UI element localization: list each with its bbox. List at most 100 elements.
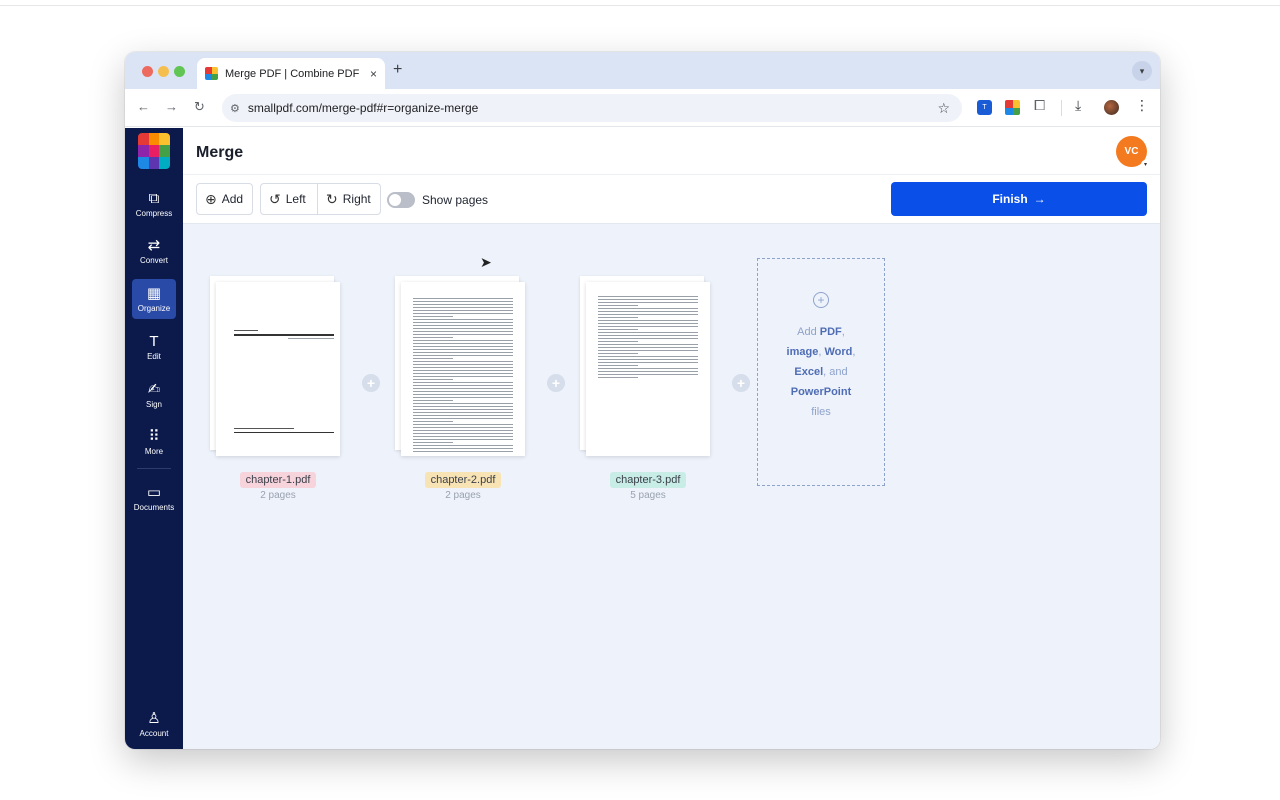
file-name: chapter-2.pdf <box>424 472 502 488</box>
thumbnail-text-line <box>413 421 453 422</box>
thumbnail-text-line <box>598 362 698 363</box>
insert-between-plus-icon[interactable]: + <box>362 374 380 392</box>
sidebar-item-sign[interactable]: ✍ Sign <box>132 375 176 415</box>
url-text[interactable]: smallpdf.com/merge-pdf#r=organize-merge <box>248 101 478 115</box>
thumbnail-text-line <box>413 391 513 392</box>
thumbnail-text-line <box>598 326 698 327</box>
finish-button-label: Finish <box>992 192 1028 206</box>
thumbnail-text-line <box>413 403 513 404</box>
bookmark-star-icon[interactable]: ☆ <box>937 100 950 117</box>
thumbnail-text-line <box>598 302 698 303</box>
thumbnail-text-line <box>598 320 698 321</box>
thumbnail-text-line <box>598 347 698 348</box>
avatar-caret-icon[interactable]: ▾ <box>1141 160 1150 169</box>
sidebar-item-compress[interactable]: ⧉ Compress <box>132 184 176 224</box>
browser-window: Merge PDF | Combine PDF Fi × + ▾ ← → ↻ ⚙… <box>125 52 1160 749</box>
show-pages-toggle[interactable] <box>387 192 415 208</box>
thumbnail-text-line <box>598 317 638 318</box>
add-file-button[interactable]: ⊕ Add <box>196 183 253 215</box>
thumbnail-text-line <box>413 427 513 428</box>
thumbnail-text-line <box>413 442 453 443</box>
sidebar-item-edit[interactable]: T Edit <box>132 327 176 367</box>
translate-extension-icon[interactable]: T <box>977 100 992 115</box>
rotate-left-button[interactable]: ↺ Left <box>260 183 318 215</box>
thumbnail-text-line <box>413 379 453 380</box>
sidebar-item-account[interactable]: ♙ Account <box>132 704 176 744</box>
tab-search-chevron-icon[interactable]: ▾ <box>1132 61 1152 81</box>
extensions-puzzle-icon[interactable]: ⧠ <box>1034 97 1049 113</box>
new-tab-button[interactable]: + <box>393 61 402 79</box>
window-minimize-button[interactable] <box>158 66 169 77</box>
sidebar-item-label: More <box>144 446 164 456</box>
file-name: chapter-1.pdf <box>239 472 317 488</box>
download-icon[interactable]: ⤓ <box>1075 97 1090 113</box>
window-close-button[interactable] <box>142 66 153 77</box>
file-name-tag: chapter-1.pdf <box>210 470 346 488</box>
thumbnail-text-line <box>598 353 638 354</box>
rotate-right-button[interactable]: ↻ Right <box>317 183 381 215</box>
sidebar-item-convert[interactable]: ⇄ Convert <box>132 231 176 271</box>
thumbnail-text-line <box>413 367 513 368</box>
back-arrow-icon[interactable]: ← <box>137 99 150 114</box>
sidebar-divider <box>137 468 171 469</box>
thumbnail-text-line <box>598 299 698 300</box>
thumbnail-text-line <box>413 370 513 371</box>
page-title: Merge <box>196 144 244 161</box>
page-header: Merge VC ▾ <box>183 128 1160 174</box>
thumbnail-text-line <box>413 376 513 377</box>
sidebar-item-label: Edit <box>147 351 161 361</box>
thumbnail-text-line <box>598 377 638 378</box>
sidebar-item-label: Organize <box>137 303 171 313</box>
reload-icon[interactable]: ↻ <box>194 99 205 115</box>
sidebar-item-documents[interactable]: ▭ Documents <box>130 478 178 518</box>
add-files-dropzone[interactable]: + Add PDF, image, Word, Excel, and Power… <box>757 258 885 486</box>
tab-title: Merge PDF | Combine PDF Fi <box>225 67 361 80</box>
thumbnail-text-line <box>413 358 453 359</box>
browser-tab-active[interactable]: Merge PDF | Combine PDF Fi × <box>197 58 385 89</box>
dropzone-text: Add PDF, image, Word, Excel, and PowerPo… <box>786 326 856 418</box>
thumbnail-text-line <box>598 335 698 336</box>
browser-menu-kebab-icon[interactable]: ⋮ <box>1135 97 1150 113</box>
smallpdf-extension-icon[interactable] <box>1005 100 1020 115</box>
thumbnail-text-line <box>598 311 698 312</box>
forward-arrow-icon[interactable]: → <box>165 99 178 114</box>
file-page-count: 5 pages <box>630 490 666 501</box>
sidebar-item-organize[interactable]: ▦ Organize <box>132 279 176 319</box>
thumbnail-text-line <box>598 344 698 345</box>
window-zoom-button[interactable] <box>174 66 185 77</box>
documents-icon: ▭ <box>146 483 162 501</box>
omnibox[interactable]: ⚙ smallpdf.com/merge-pdf#r=organize-merg… <box>222 94 962 122</box>
thumbnail-text-line <box>598 374 698 375</box>
convert-icon: ⇄ <box>147 236 161 254</box>
thumbnail-text-line <box>413 343 513 344</box>
finish-button[interactable]: Finish → <box>891 182 1147 216</box>
sidebar-item-more[interactable]: ⠿ More <box>132 422 176 462</box>
site-settings-icon[interactable]: ⚙ <box>230 102 240 115</box>
thumbnail-text-line <box>413 340 513 341</box>
compress-icon: ⧉ <box>148 189 160 207</box>
profile-avatar-icon[interactable] <box>1104 100 1119 115</box>
thumbnail-text-line <box>413 361 513 362</box>
add-circle-icon: ⊕ <box>205 190 217 207</box>
show-pages-label: Show pages <box>422 193 489 207</box>
thumbnail-text-line <box>598 305 638 306</box>
thumbnail-text-line <box>413 418 513 419</box>
thumbnail-text-line <box>598 368 698 369</box>
insert-between-plus-icon[interactable]: + <box>547 374 565 392</box>
thumbnail-text-line <box>413 409 513 410</box>
sign-icon: ✍ <box>147 380 161 398</box>
thumbnail-text-line <box>598 323 698 324</box>
file-name-tag: chapter-3.pdf <box>580 470 716 488</box>
smallpdf-logo[interactable] <box>138 133 170 169</box>
thumbnail-text-line <box>413 310 513 311</box>
account-icon: ♙ <box>147 709 161 727</box>
arrow-right-icon: → <box>1033 192 1046 206</box>
insert-between-plus-icon[interactable]: + <box>732 374 750 392</box>
main-area: Merge VC ▾ ⊕ Add ↺ Left ↻ Right Show pag… <box>183 128 1160 749</box>
thumbnail-text-line <box>413 415 513 416</box>
rotate-right-label: Right <box>342 192 371 206</box>
tab-close-icon[interactable]: × <box>370 67 377 81</box>
app-sidebar: ⧉ Compress ⇄ Convert ▦ Organize T Edit ✍… <box>125 128 183 749</box>
thumbnail-text-line <box>413 307 513 308</box>
thumbnail-text-line <box>598 314 698 315</box>
